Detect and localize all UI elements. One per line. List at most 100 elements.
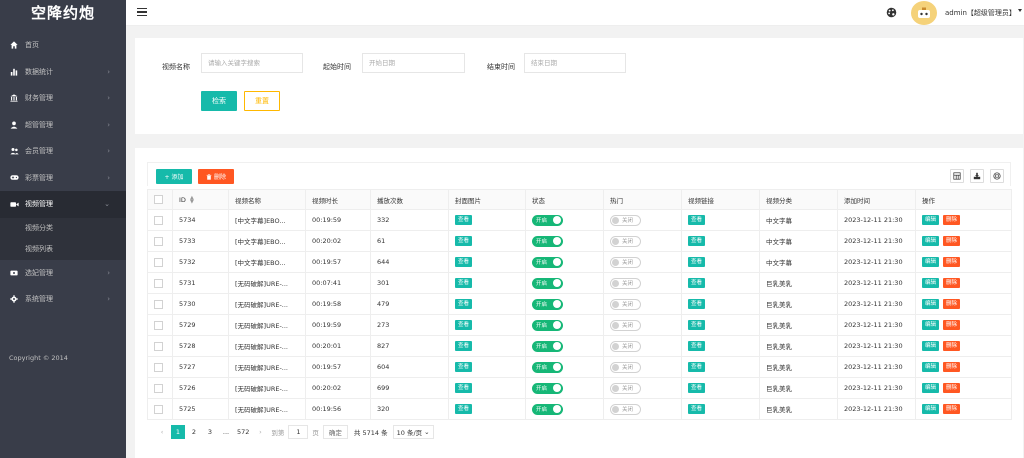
user-name[interactable]: admin【超级管理员】	[945, 8, 1016, 18]
sidebar-item[interactable]: 超管管理 ›	[0, 112, 126, 139]
row-checkbox[interactable]	[154, 236, 163, 246]
sidebar-subitem[interactable]: 视频列表	[0, 239, 126, 260]
print-icon[interactable]	[990, 169, 1004, 183]
video-name-input[interactable]: 请输入关键字搜索	[201, 53, 303, 73]
status-toggle[interactable]: 开启	[532, 319, 563, 331]
row-select-cell[interactable]	[147, 272, 173, 294]
row-select-cell[interactable]	[147, 398, 173, 420]
sidebar-item[interactable]: 系统管理 ›	[0, 286, 126, 313]
sidebar-item[interactable]: 视频管理 ⌄	[0, 191, 126, 218]
status-toggle[interactable]: 开启	[532, 214, 563, 226]
row-select-cell[interactable]	[147, 377, 173, 399]
view-cover-button[interactable]: 查看	[455, 299, 473, 309]
edit-button[interactable]: 编辑	[922, 299, 940, 309]
prev-page-icon[interactable]: ‹	[155, 425, 169, 439]
page-button[interactable]: 1	[171, 425, 185, 439]
chevron-down-icon[interactable]	[1018, 9, 1022, 12]
select-all-cell[interactable]	[147, 189, 173, 210]
view-cover-button[interactable]: 查看	[455, 341, 473, 351]
status-toggle[interactable]: 开启	[532, 361, 563, 373]
status-toggle[interactable]: 开启	[532, 382, 563, 394]
app-logo[interactable]: 空降约炮	[0, 0, 126, 26]
sidebar-item[interactable]: 会员管理 ›	[0, 138, 126, 165]
delete-button[interactable]: 删除	[943, 236, 961, 246]
status-toggle[interactable]: 开启	[532, 403, 563, 415]
edit-button[interactable]: 编辑	[922, 257, 940, 267]
goto-page-input[interactable]: 1	[288, 425, 309, 439]
status-toggle[interactable]: 开启	[532, 235, 563, 247]
columns-filter-icon[interactable]	[950, 169, 964, 183]
hot-toggle[interactable]: 关闭	[610, 340, 641, 352]
hot-toggle[interactable]: 关闭	[610, 382, 641, 394]
row-select-cell[interactable]	[147, 356, 173, 378]
edit-button[interactable]: 编辑	[922, 404, 940, 414]
row-select-cell[interactable]	[147, 335, 173, 357]
view-cover-button[interactable]: 查看	[455, 278, 473, 288]
batch-delete-button[interactable]: 删除	[198, 169, 234, 184]
row-select-cell[interactable]	[147, 293, 173, 315]
sort-icon[interactable]: ▲ ▼	[190, 195, 194, 204]
delete-button[interactable]: 删除	[943, 341, 961, 351]
row-checkbox[interactable]	[154, 383, 163, 393]
view-link-button[interactable]: 查看	[688, 278, 706, 288]
view-link-button[interactable]: 查看	[688, 299, 706, 309]
sidebar-subitem[interactable]: 视频分类	[0, 218, 126, 239]
page-button[interactable]: 2	[187, 425, 201, 439]
hot-toggle[interactable]: 关闭	[610, 361, 641, 373]
delete-button[interactable]: 删除	[943, 215, 961, 225]
page-button[interactable]: 572	[235, 425, 251, 439]
view-cover-button[interactable]: 查看	[455, 404, 473, 414]
end-date-input[interactable]: 结束日期	[524, 53, 626, 73]
delete-button[interactable]: 删除	[943, 404, 961, 414]
delete-button[interactable]: 删除	[943, 278, 961, 288]
menu-toggle-icon[interactable]	[137, 8, 147, 17]
view-cover-button[interactable]: 查看	[455, 257, 473, 267]
hot-toggle[interactable]: 关闭	[610, 214, 641, 226]
row-select-cell[interactable]	[147, 230, 173, 252]
view-cover-button[interactable]: 查看	[455, 320, 473, 330]
row-checkbox[interactable]	[154, 257, 163, 267]
view-cover-button[interactable]: 查看	[455, 362, 473, 372]
add-button[interactable]: + 添加	[156, 169, 192, 184]
status-toggle[interactable]: 开启	[532, 340, 563, 352]
sidebar-item[interactable]: 数据统计 ›	[0, 59, 126, 86]
edit-button[interactable]: 编辑	[922, 236, 940, 246]
edit-button[interactable]: 编辑	[922, 215, 940, 225]
view-link-button[interactable]: 查看	[688, 383, 706, 393]
select-all-checkbox[interactable]	[154, 195, 163, 204]
view-link-button[interactable]: 查看	[688, 257, 706, 267]
delete-button[interactable]: 删除	[943, 383, 961, 393]
palette-icon[interactable]	[886, 7, 897, 20]
delete-button[interactable]: 删除	[943, 362, 961, 372]
view-cover-button[interactable]: 查看	[455, 383, 473, 393]
row-checkbox[interactable]	[154, 362, 163, 372]
col-id[interactable]: ID ▲ ▼	[172, 189, 229, 210]
view-link-button[interactable]: 查看	[688, 215, 706, 225]
hot-toggle[interactable]: 关闭	[610, 235, 641, 247]
goto-confirm-button[interactable]: 确定	[322, 425, 348, 439]
delete-button[interactable]: 删除	[943, 257, 961, 267]
hot-toggle[interactable]: 关闭	[610, 319, 641, 331]
row-select-cell[interactable]	[147, 314, 173, 336]
page-button[interactable]: 3	[203, 425, 217, 439]
edit-button[interactable]: 编辑	[922, 341, 940, 351]
hot-toggle[interactable]: 关闭	[610, 277, 641, 289]
delete-button[interactable]: 删除	[943, 299, 961, 309]
edit-button[interactable]: 编辑	[922, 383, 940, 393]
view-link-button[interactable]: 查看	[688, 341, 706, 351]
view-link-button[interactable]: 查看	[688, 404, 706, 414]
status-toggle[interactable]: 开启	[532, 277, 563, 289]
page-size-select[interactable]: 10 条/页 ⌄	[392, 425, 434, 439]
hot-toggle[interactable]: 关闭	[610, 403, 641, 415]
view-cover-button[interactable]: 查看	[455, 236, 473, 246]
view-link-button[interactable]: 查看	[688, 362, 706, 372]
next-page-icon[interactable]: ›	[253, 425, 267, 439]
view-link-button[interactable]: 查看	[688, 236, 706, 246]
row-checkbox[interactable]	[154, 299, 163, 309]
start-date-input[interactable]: 开始日期	[362, 53, 465, 73]
edit-button[interactable]: 编辑	[922, 320, 940, 330]
sidebar-item[interactable]: 财务管理 ›	[0, 85, 126, 112]
row-checkbox[interactable]	[154, 341, 163, 351]
search-button[interactable]: 检索	[201, 91, 237, 111]
avatar[interactable]	[911, 1, 937, 25]
